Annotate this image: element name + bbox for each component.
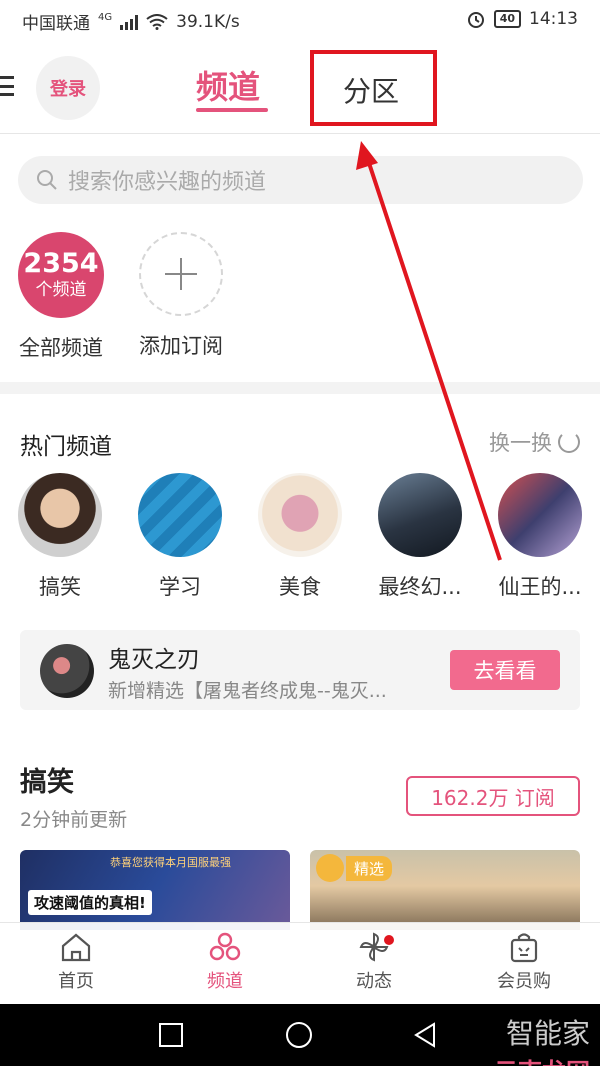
bottom-nav: 首页 频道 动态 会员购 bbox=[0, 922, 600, 1004]
back-icon[interactable] bbox=[412, 1022, 438, 1048]
all-channels-label: 全部频道 bbox=[19, 336, 103, 360]
shopping-bag-icon bbox=[510, 933, 538, 963]
channel-avatar bbox=[138, 473, 222, 557]
channel-count-unit: 个频道 bbox=[35, 280, 87, 300]
hot-channel-item[interactable]: 搞笑 bbox=[0, 473, 120, 601]
clock: 14:13 bbox=[529, 9, 578, 29]
channel-icon bbox=[209, 932, 241, 961]
channel-avatar bbox=[258, 473, 342, 557]
watermark-line2: 云南龙网 bbox=[494, 1052, 590, 1066]
home-button-icon[interactable] bbox=[284, 1022, 314, 1052]
tab-channel[interactable]: 频道 bbox=[196, 62, 260, 108]
nav-vip-label: 会员购 bbox=[497, 971, 551, 992]
section-divider bbox=[0, 382, 600, 394]
recommend-subtitle: 新增精选【屠鬼者终成鬼--鬼灭... bbox=[108, 680, 387, 702]
nav-vip-shop[interactable]: 会员购 bbox=[464, 931, 584, 993]
watermark: 智能家 云南龙网 bbox=[494, 1012, 590, 1066]
featured-tag: 精选 bbox=[346, 856, 393, 881]
hot-channels-title: 热门频道 bbox=[20, 434, 112, 460]
all-channels-entry[interactable]: 2354 个频道 全部频道 bbox=[6, 232, 116, 362]
network-speed: 39.1K/s bbox=[176, 11, 240, 32]
refresh-icon bbox=[558, 431, 580, 453]
recommend-avatar bbox=[40, 644, 94, 698]
recent-apps-icon[interactable] bbox=[158, 1022, 184, 1048]
plus-icon bbox=[139, 232, 223, 316]
home-icon bbox=[61, 933, 91, 962]
wifi-icon bbox=[146, 13, 168, 30]
refresh-button[interactable]: 换一换 bbox=[489, 427, 580, 457]
nav-dynamic[interactable]: 动态 bbox=[314, 931, 434, 993]
signal-icon bbox=[120, 14, 139, 30]
add-subscription-entry[interactable]: 添加订阅 bbox=[126, 232, 236, 360]
top-header: 登录 频道 分区 bbox=[0, 40, 600, 134]
tab-active-indicator bbox=[196, 108, 268, 112]
channel-count: 2354 bbox=[23, 248, 99, 279]
status-bar: 中国联通 4G 39.1K/s 40 14:13 bbox=[0, 0, 600, 40]
battery-icon: 40 bbox=[493, 10, 521, 28]
hot-channel-item[interactable]: 学习 bbox=[120, 473, 240, 601]
go-watch-button[interactable]: 去看看 bbox=[450, 650, 560, 690]
carrier-label: 中国联通 bbox=[22, 14, 90, 34]
channel-label: 美食 bbox=[279, 575, 321, 599]
menu-icon[interactable] bbox=[0, 76, 14, 96]
watermark-line1: 智能家 bbox=[505, 1017, 590, 1050]
nav-dynamic-label: 动态 bbox=[356, 971, 392, 992]
nav-home[interactable]: 首页 bbox=[16, 931, 136, 993]
channel-avatar bbox=[378, 473, 462, 557]
nav-channel[interactable]: 频道 bbox=[165, 931, 285, 993]
medal-icon bbox=[316, 854, 344, 882]
system-nav-bar: 智能家 云南龙网 bbox=[0, 1004, 600, 1066]
channel-label: 搞笑 bbox=[39, 575, 81, 599]
thumbnail-caption: 攻速阈值的真相! bbox=[28, 890, 152, 915]
alarm-icon bbox=[467, 12, 484, 28]
add-subscription-label: 添加订阅 bbox=[139, 334, 223, 358]
refresh-label: 换一换 bbox=[489, 431, 552, 455]
video-thumbnail[interactable]: 恭喜您获得本月国服最强 攻速阈值的真相! bbox=[20, 850, 290, 930]
hot-channel-item[interactable]: 最终幻... bbox=[360, 473, 480, 601]
search-icon bbox=[37, 170, 57, 190]
section-title: 搞笑 bbox=[20, 767, 74, 798]
nav-home-label: 首页 bbox=[58, 971, 94, 992]
channel-label: 仙王的... bbox=[498, 575, 582, 599]
channel-avatar bbox=[498, 473, 582, 557]
channel-label: 学习 bbox=[159, 575, 201, 599]
nav-channel-label: 频道 bbox=[207, 971, 243, 992]
all-channels-badge: 2354 个频道 bbox=[18, 232, 104, 318]
search-bar[interactable]: 搜索你感兴趣的频道 bbox=[18, 156, 583, 204]
notification-dot bbox=[384, 935, 394, 945]
video-thumbnail[interactable]: 精选 bbox=[310, 850, 580, 930]
channel-avatar bbox=[18, 473, 102, 557]
recommend-title: 鬼灭之刃 bbox=[108, 647, 200, 673]
highlight-box bbox=[310, 50, 437, 126]
hot-channel-item[interactable]: 美食 bbox=[240, 473, 360, 601]
hot-channel-item[interactable]: 仙王的... bbox=[480, 473, 600, 601]
recommend-card[interactable]: 鬼灭之刃 新增精选【屠鬼者终成鬼--鬼灭... 去看看 bbox=[20, 630, 580, 710]
network-label: 4G bbox=[98, 12, 113, 23]
section-update-time: 2分钟前更新 bbox=[20, 809, 128, 831]
subscribe-button[interactable]: 162.2万 订阅 bbox=[406, 776, 580, 816]
search-placeholder: 搜索你感兴趣的频道 bbox=[68, 170, 267, 195]
thumbnail-top-text: 恭喜您获得本月国服最强 bbox=[110, 856, 231, 869]
login-button[interactable]: 登录 bbox=[36, 56, 100, 120]
channel-label: 最终幻... bbox=[378, 575, 462, 599]
